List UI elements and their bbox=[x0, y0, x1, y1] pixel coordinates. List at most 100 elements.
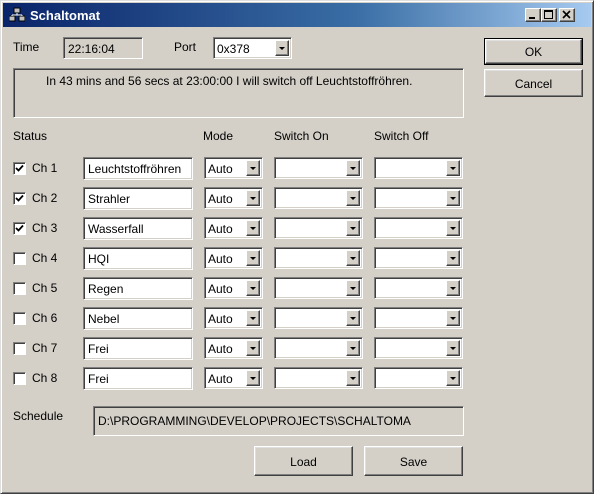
status-message-box: In 43 mins and 56 secs at 23:00:00 I wil… bbox=[13, 68, 464, 118]
chevron-down-icon[interactable] bbox=[246, 370, 260, 386]
chevron-down-icon[interactable] bbox=[246, 310, 260, 326]
channel-checkbox[interactable] bbox=[13, 372, 26, 385]
minimize-icon bbox=[529, 17, 535, 19]
chevron-down-icon[interactable] bbox=[246, 190, 260, 206]
switch-off-header: Switch Off bbox=[374, 129, 429, 143]
chevron-down-icon[interactable] bbox=[246, 280, 260, 296]
window-title: Schaltomat bbox=[30, 8, 101, 23]
ok-button-label: OK bbox=[524, 45, 543, 59]
switch-on-header: Switch On bbox=[274, 129, 329, 143]
switch-on-select[interactable] bbox=[274, 217, 363, 239]
chevron-down-icon[interactable] bbox=[246, 160, 260, 176]
switch-on-select[interactable] bbox=[274, 157, 363, 179]
port-select[interactable]: 0x378 bbox=[213, 37, 292, 59]
switch-off-select[interactable] bbox=[374, 187, 463, 209]
chevron-down-icon[interactable] bbox=[446, 160, 460, 176]
chevron-down-icon[interactable] bbox=[446, 280, 460, 296]
chevron-down-icon[interactable] bbox=[346, 310, 360, 326]
chevron-down-icon[interactable] bbox=[275, 40, 289, 56]
channel-name-input[interactable]: Leuchtstoffröhren bbox=[83, 157, 193, 180]
cancel-button-label: Cancel bbox=[514, 77, 553, 91]
network-app-icon bbox=[9, 7, 25, 22]
chevron-down-icon[interactable] bbox=[346, 340, 360, 356]
switch-off-select[interactable] bbox=[374, 277, 463, 299]
chevron-down-icon[interactable] bbox=[246, 220, 260, 236]
chevron-down-icon[interactable] bbox=[346, 160, 360, 176]
switch-on-select[interactable] bbox=[274, 367, 363, 389]
time-label: Time bbox=[13, 40, 40, 54]
close-button[interactable] bbox=[559, 8, 575, 22]
channel-mode-select[interactable]: Auto bbox=[204, 157, 263, 179]
channel-checkbox[interactable] bbox=[13, 282, 26, 295]
channel-mode-select[interactable]: Auto bbox=[204, 307, 263, 329]
channel-name: Frei bbox=[88, 372, 109, 386]
channel-name-input[interactable]: Frei bbox=[83, 337, 193, 360]
switch-off-select[interactable] bbox=[374, 367, 463, 389]
switch-on-select[interactable] bbox=[274, 247, 363, 269]
switch-off-select[interactable] bbox=[374, 337, 463, 359]
maximize-button[interactable] bbox=[541, 8, 557, 22]
chevron-down-icon[interactable] bbox=[446, 190, 460, 206]
mode-header: Mode bbox=[203, 129, 234, 143]
chevron-down-icon[interactable] bbox=[446, 340, 460, 356]
switch-on-select[interactable] bbox=[274, 337, 363, 359]
channel-mode-select[interactable]: Auto bbox=[204, 217, 263, 239]
chevron-down-icon[interactable] bbox=[346, 250, 360, 266]
cancel-button[interactable]: Cancel bbox=[484, 69, 583, 97]
switch-on-select[interactable] bbox=[274, 307, 363, 329]
channel-checkbox[interactable] bbox=[13, 252, 26, 265]
save-button[interactable]: Save bbox=[364, 446, 463, 476]
switch-off-select[interactable] bbox=[374, 247, 463, 269]
chevron-down-icon[interactable] bbox=[446, 370, 460, 386]
title-bar[interactable]: Schaltomat bbox=[3, 3, 591, 27]
switch-on-select[interactable] bbox=[274, 187, 363, 209]
switch-off-select[interactable] bbox=[374, 217, 463, 239]
channel-checkbox[interactable] bbox=[13, 222, 26, 235]
chevron-down-icon[interactable] bbox=[246, 340, 260, 356]
channel-name-input[interactable]: Nebel bbox=[83, 307, 193, 330]
channel-mode-select[interactable]: Auto bbox=[204, 277, 263, 299]
switch-off-select[interactable] bbox=[374, 157, 463, 179]
channel-name: Frei bbox=[88, 342, 109, 356]
channel-mode-select[interactable]: Auto bbox=[204, 337, 263, 359]
channel-label: Ch 5 bbox=[32, 281, 58, 295]
chevron-down-icon[interactable] bbox=[346, 370, 360, 386]
status-message: In 43 mins and 56 secs at 23:00:00 I wil… bbox=[46, 74, 413, 88]
chevron-down-icon[interactable] bbox=[346, 220, 360, 236]
minimize-button[interactable] bbox=[525, 8, 541, 22]
load-button[interactable]: Load bbox=[254, 446, 353, 476]
channel-name-input[interactable]: Wasserfall bbox=[83, 217, 193, 240]
load-button-label: Load bbox=[290, 455, 317, 469]
switch-on-select[interactable] bbox=[274, 277, 363, 299]
channel-mode: Auto bbox=[208, 192, 233, 206]
channel-mode-select[interactable]: Auto bbox=[204, 187, 263, 209]
checkmark-icon bbox=[15, 194, 24, 202]
schaltomat-window: Schaltomat Time 22:16:04 Port 0x378 In 4… bbox=[0, 0, 594, 494]
channel-name: Wasserfall bbox=[88, 222, 144, 236]
channel-checkbox[interactable] bbox=[13, 162, 26, 175]
chevron-down-icon[interactable] bbox=[446, 310, 460, 326]
channel-mode: Auto bbox=[208, 282, 233, 296]
chevron-down-icon[interactable] bbox=[446, 250, 460, 266]
schedule-label: Schedule bbox=[13, 409, 64, 423]
chevron-down-icon[interactable] bbox=[346, 190, 360, 206]
chevron-down-icon[interactable] bbox=[446, 220, 460, 236]
chevron-down-icon[interactable] bbox=[346, 280, 360, 296]
ok-button[interactable]: OK bbox=[484, 38, 583, 65]
channel-checkbox[interactable] bbox=[13, 342, 26, 355]
schedule-path-field: D:\PROGRAMMING\DEVELOP\PROJECTS\SCHALTOM… bbox=[93, 406, 464, 436]
channel-mode-select[interactable]: Auto bbox=[204, 247, 263, 269]
switch-off-select[interactable] bbox=[374, 307, 463, 329]
chevron-down-icon[interactable] bbox=[246, 250, 260, 266]
time-value: 22:16:04 bbox=[68, 42, 115, 56]
channel-name-input[interactable]: Frei bbox=[83, 367, 193, 390]
channel-name-input[interactable]: Regen bbox=[83, 277, 193, 300]
status-header: Status bbox=[13, 129, 48, 143]
channel-checkbox[interactable] bbox=[13, 312, 26, 325]
close-icon bbox=[562, 10, 571, 19]
channel-label: Ch 3 bbox=[32, 221, 58, 235]
channel-name-input[interactable]: Strahler bbox=[83, 187, 193, 210]
channel-mode-select[interactable]: Auto bbox=[204, 367, 263, 389]
channel-name-input[interactable]: HQI bbox=[83, 247, 193, 270]
channel-checkbox[interactable] bbox=[13, 192, 26, 205]
